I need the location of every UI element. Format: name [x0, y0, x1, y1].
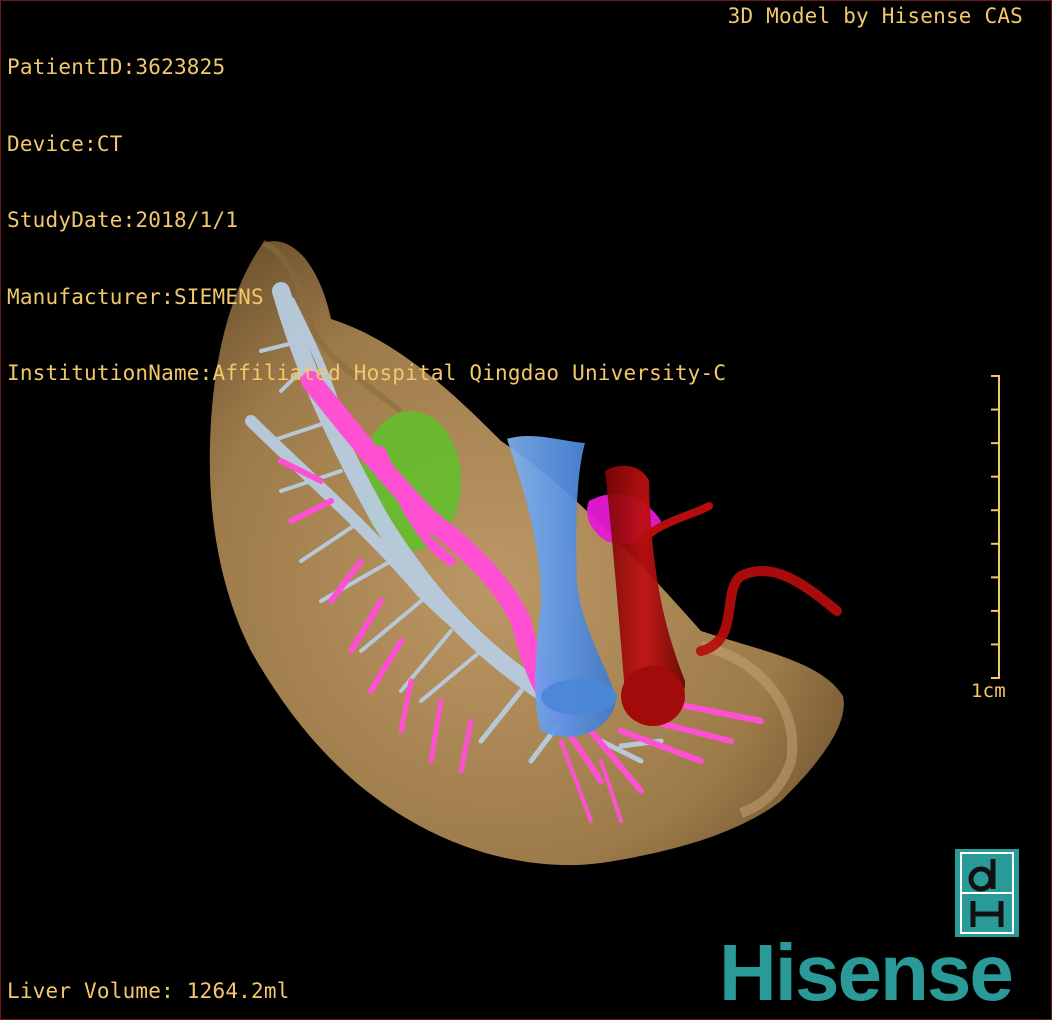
model-credit: 3D Model by Hisense CAS — [727, 4, 1023, 28]
ivc-end — [541, 679, 617, 715]
device: Device:CT — [7, 131, 123, 156]
manufacturer: Manufacturer:SIEMENS — [7, 284, 264, 309]
institution-name: InstitutionName:Affiliated Hospital Qing… — [7, 361, 727, 385]
3d-viewport[interactable]: PatientID:3623825 Device:CT StudyDate:20… — [0, 0, 1052, 1020]
scale-bar-label: 1cm — [971, 680, 1006, 702]
liver-volume: Liver Volume: 1264.2ml — [7, 979, 290, 1003]
hisense-dh-logo-icon — [955, 849, 1019, 937]
study-info: PatientID:3623825 Device:CT StudyDate:20… — [7, 4, 726, 438]
study-date: StudyDate:2018/1/1 — [7, 208, 239, 232]
patient-id: PatientID:3623825 — [7, 55, 226, 79]
scale-bar — [991, 375, 1000, 679]
brand-wordmark: Hisense — [719, 928, 1014, 1017]
aorta-end — [621, 666, 685, 726]
renal-artery — [696, 566, 842, 656]
